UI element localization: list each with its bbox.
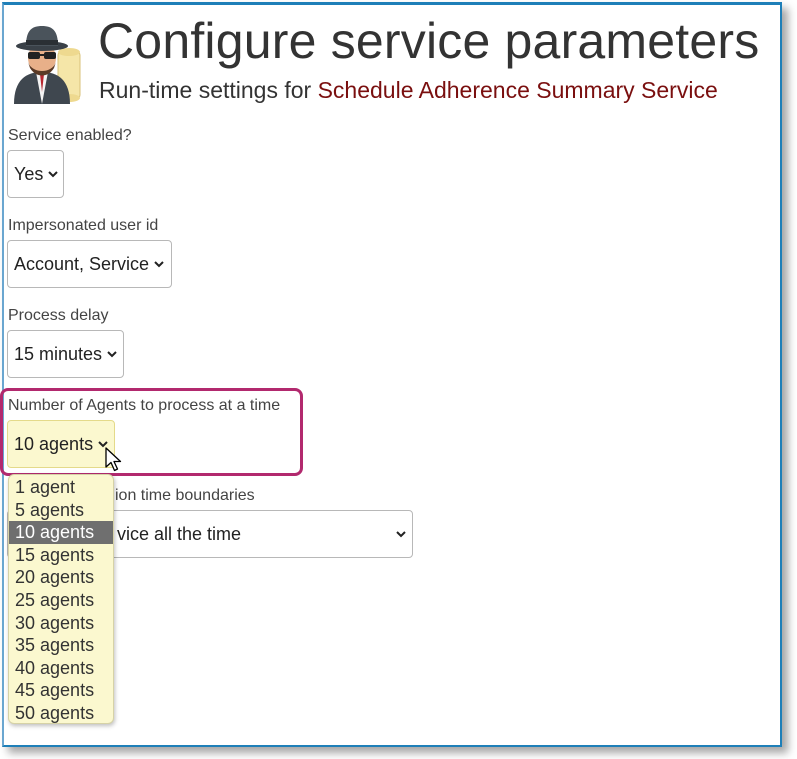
- time-boundaries-value: vice all the time: [117, 523, 242, 544]
- impersonated-user-label: Impersonated user id: [8, 217, 159, 234]
- chevron-down-icon: [396, 531, 406, 538]
- dropdown-option-selected[interactable]: 10 agents: [9, 521, 113, 544]
- time-boundaries-label: ion time boundaries: [115, 487, 255, 504]
- agents-dropdown-list[interactable]: 1 agent 5 agents 10 agents 15 agents 20 …: [8, 474, 114, 724]
- callout-highlight-box: [0, 388, 303, 476]
- dropdown-option[interactable]: 30 agents: [9, 612, 113, 635]
- chevron-down-icon: [48, 171, 59, 178]
- dropdown-option[interactable]: 45 agents: [9, 679, 113, 702]
- impersonated-user-select[interactable]: Account, Service: [7, 240, 172, 288]
- service-enabled-label: Service enabled?: [8, 127, 132, 144]
- spy-agent-icon: [14, 26, 81, 104]
- dropdown-option[interactable]: 40 agents: [9, 657, 113, 680]
- service-enabled-select[interactable]: Yes: [7, 150, 64, 198]
- dropdown-option[interactable]: 50 agents: [9, 702, 113, 725]
- process-delay-value: 15 minutes: [14, 343, 103, 364]
- service-name: Schedule Adherence Summary Service: [317, 77, 718, 103]
- chevron-down-icon: [154, 261, 164, 268]
- dropdown-option[interactable]: 1 agent: [9, 476, 113, 499]
- chevron-down-icon: [107, 351, 117, 358]
- service-enabled-value: Yes: [14, 163, 44, 184]
- impersonated-user-value: Account, Service: [14, 253, 150, 274]
- page-title: Configure service parameters: [98, 13, 760, 69]
- dropdown-option[interactable]: 35 agents: [9, 634, 113, 657]
- dropdown-option[interactable]: 5 agents: [9, 499, 113, 522]
- process-delay-label: Process delay: [8, 307, 109, 324]
- mouse-pointer-icon: [105, 447, 122, 472]
- dropdown-option[interactable]: 15 agents: [9, 544, 113, 567]
- dropdown-option[interactable]: 20 agents: [9, 566, 113, 589]
- process-delay-select[interactable]: 15 minutes: [7, 330, 124, 378]
- dropdown-option[interactable]: 25 agents: [9, 589, 113, 612]
- subtitle-prefix: Run-time settings for: [99, 77, 318, 103]
- page-subtitle: Run-time settings for Schedule Adherence…: [99, 77, 718, 104]
